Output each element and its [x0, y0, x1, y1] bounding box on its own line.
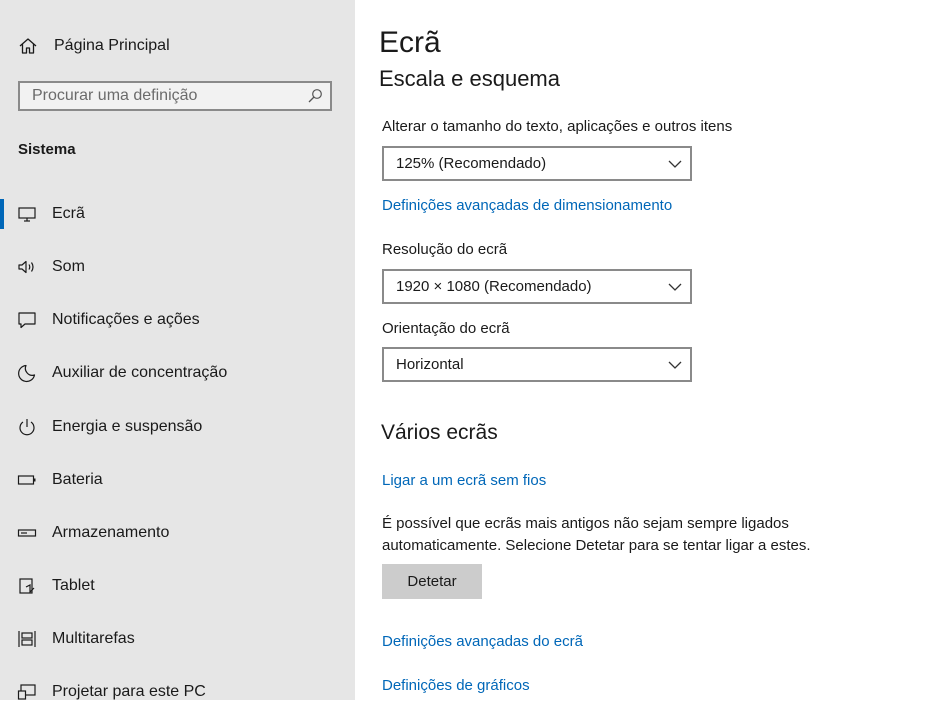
sidebar-item-label: Notificações e ações [52, 311, 200, 328]
sidebar-item-multitarefas[interactable]: Multitarefas [0, 619, 355, 659]
speaker-icon [18, 260, 34, 274]
chevron-down-icon [668, 160, 682, 168]
sidebar-item-label: Auxiliar de concentração [52, 364, 228, 381]
sidebar-item-energia[interactable]: Energia e suspensão [0, 407, 355, 447]
graphics-settings-link[interactable]: Definições de gráficos [382, 677, 530, 694]
sidebar: Página Principal Sistema Ecrã Som Notifi… [0, 0, 355, 700]
orientation-dropdown[interactable]: Horizontal [382, 347, 692, 382]
storage-icon [17, 529, 37, 537]
sidebar-item-ecra[interactable]: Ecrã [0, 194, 355, 234]
page-title: Ecrã [379, 26, 441, 59]
sidebar-item-label: Som [52, 258, 85, 275]
sidebar-item-projetar[interactable]: Projetar para este PC [0, 672, 355, 712]
scale-section-heading: Escala e esquema [379, 66, 560, 91]
sidebar-item-label: Projetar para este PC [52, 683, 206, 700]
wireless-display-link[interactable]: Ligar a um ecrã sem fios [382, 472, 546, 489]
multiple-displays-heading: Vários ecrãs [381, 421, 498, 444]
monitor-icon [18, 207, 36, 222]
text-size-value: 125% (Recomendado) [396, 155, 547, 172]
sidebar-item-label: Tablet [52, 577, 95, 594]
tablet-icon [19, 578, 35, 594]
power-icon [19, 419, 35, 436]
project-icon [17, 684, 36, 700]
detect-button[interactable]: Detetar [382, 564, 482, 599]
battery-icon [17, 475, 36, 485]
search-box[interactable] [18, 81, 332, 111]
detect-info-text: É possível que ecrãs mais antigos não se… [382, 515, 811, 554]
advanced-scaling-link[interactable]: Definições avançadas de dimensionamento [382, 197, 672, 214]
main-content: Ecrã Escala e esquema Alterar o tamanho … [355, 0, 925, 700]
sidebar-item-tablet[interactable]: Tablet [0, 566, 355, 606]
sidebar-item-label: Bateria [52, 471, 103, 488]
sidebar-item-notificacoes[interactable]: Notificações e ações [0, 300, 355, 340]
sidebar-item-label: Armazenamento [52, 524, 170, 541]
sidebar-item-bateria[interactable]: Bateria [0, 460, 355, 500]
sidebar-item-concentracao[interactable]: Auxiliar de concentração [0, 353, 355, 393]
resolution-value: 1920 × 1080 (Recomendado) [396, 278, 592, 295]
notification-icon [18, 312, 36, 329]
sidebar-item-label: Multitarefas [52, 630, 135, 647]
text-size-dropdown[interactable]: 125% (Recomendado) [382, 146, 692, 181]
search-icon[interactable] [307, 88, 323, 104]
section-title: Sistema [18, 141, 76, 158]
resolution-label: Resolução do ecrã [382, 241, 508, 258]
advanced-display-link[interactable]: Definições avançadas do ecrã [382, 633, 583, 650]
home-icon [19, 38, 37, 54]
text-size-label: Alterar o tamanho do texto, aplicações e… [382, 118, 733, 135]
resolution-dropdown[interactable]: 1920 × 1080 (Recomendado) [382, 269, 692, 304]
orientation-label: Orientação do ecrã [382, 320, 510, 337]
orientation-value: Horizontal [396, 356, 464, 373]
moon-icon [18, 364, 36, 383]
home-link[interactable]: Página Principal [18, 34, 170, 58]
chevron-down-icon [668, 283, 682, 291]
home-label: Página Principal [54, 37, 170, 54]
search-input[interactable] [20, 83, 302, 109]
sidebar-item-som[interactable]: Som [0, 247, 355, 287]
sidebar-item-label: Ecrã [52, 205, 85, 222]
chevron-down-icon [668, 361, 682, 369]
sidebar-item-armazenamento[interactable]: Armazenamento [0, 513, 355, 553]
sidebar-item-label: Energia e suspensão [52, 418, 203, 435]
multitasking-icon [18, 631, 36, 647]
